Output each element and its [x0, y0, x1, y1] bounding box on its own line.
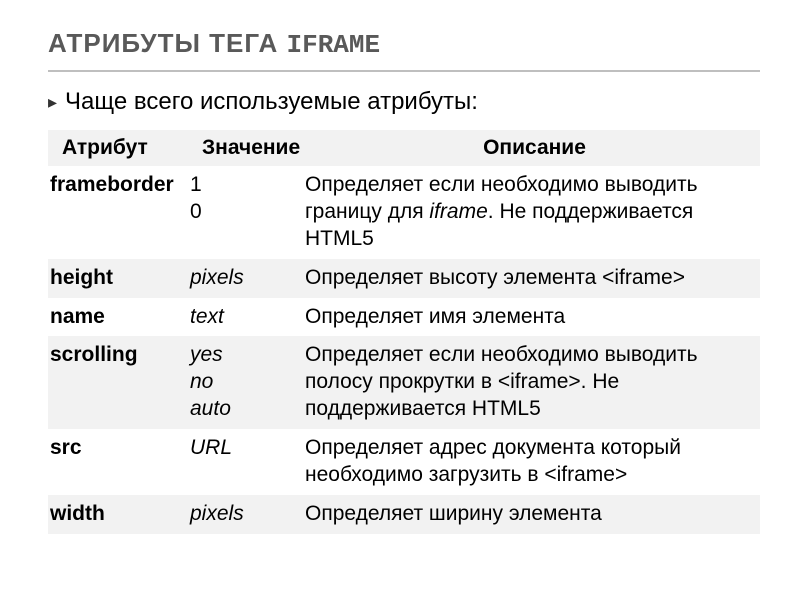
table-header-row: Атрибут Значение Описание [48, 130, 760, 166]
cell-attr: name [48, 298, 188, 337]
cell-desc: Определяет адрес документа который необх… [303, 429, 760, 495]
attributes-table: Атрибут Значение Описание framebord​er 1… [48, 130, 760, 534]
cell-desc: Определяет ширину элемента [303, 495, 760, 534]
heading-mono: IFRAME [287, 30, 381, 60]
cell-desc: Определяет имя элемента [303, 298, 760, 337]
cell-value: text [188, 298, 303, 337]
heading-prefix: Атрибуты тега [48, 28, 287, 58]
col-attr: Атрибут [48, 130, 188, 166]
cell-attr: width [48, 495, 188, 534]
cell-desc: Определяет высоту элемента <iframe> [303, 259, 760, 298]
table-row: scrolling yes no auto Определяет если не… [48, 336, 760, 429]
table-row: framebord​er 1 0 Определяет если необход… [48, 166, 760, 259]
table-row: name text Определяет имя элемента [48, 298, 760, 337]
cell-attr: scrolling [48, 336, 188, 429]
cell-desc: Определяет если необходимо выводить гран… [303, 166, 760, 259]
table-row: height pixels Определяет высоту элемента… [48, 259, 760, 298]
table-row: width pixels Определяет ширину элемента [48, 495, 760, 534]
cell-value: yes no auto [188, 336, 303, 429]
cell-value: URL [188, 429, 303, 495]
bullet-icon: ▸ [48, 88, 57, 116]
cell-desc: Определяет если необходимо выводить поло… [303, 336, 760, 429]
cell-attr: src [48, 429, 188, 495]
col-value: Значение [188, 130, 303, 166]
cell-attr: framebord​er [48, 166, 188, 259]
intro-text: Чаще всего используемые атрибуты: [65, 88, 478, 116]
table-row: src URL Определяет адрес документа котор… [48, 429, 760, 495]
intro-row: ▸ Чаще всего используемые атрибуты: [48, 88, 760, 116]
slide-title: Атрибуты тега IFRAME [48, 28, 760, 72]
cell-attr: height [48, 259, 188, 298]
cell-value: pixels [188, 259, 303, 298]
col-desc: Описание [303, 130, 760, 166]
cell-value: pixels [188, 495, 303, 534]
cell-value: 1 0 [188, 166, 303, 259]
